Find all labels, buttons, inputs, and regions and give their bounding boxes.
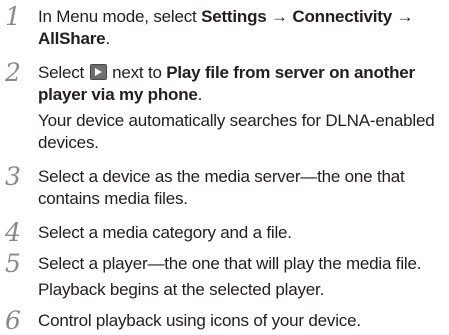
arrow-separator: → [266,7,293,26]
step-note: Your device automatically searches for D… [38,111,435,152]
menu-path-allshare: AllShare [38,29,106,48]
next-arrow-icon [89,64,107,80]
menu-path-settings: Settings [201,7,267,26]
step-text-part: . [105,29,110,48]
step-text-part: next to [107,63,167,82]
step-number: 3 [5,162,21,191]
arrow-separator: → [392,7,414,26]
step-note: Playback begins at the selected player. [38,280,325,299]
step-number: 2 [5,58,21,87]
step-text-part: . [197,85,203,104]
step-number: 4 [5,218,21,247]
step-text: Select next to Play file from server on … [38,62,449,154]
step-text: Control playback using icons of your dev… [38,311,361,330]
step-text: Select a device as the media server—the … [38,167,405,208]
step-main: Select a player—the one that will play t… [38,254,422,273]
menu-path-connectivity: Connectivity [292,7,393,26]
step-text: In Menu mode, select Settings → Connecti… [38,6,449,50]
instruction-steps: 1 In Menu mode, select Settings → Connec… [0,0,449,335]
step-text-part: Select [38,63,89,82]
step-number: 6 [5,306,21,335]
step-text: Select a player—the one that will play t… [38,253,449,301]
step-text: Select a media category and a file. [38,223,292,242]
step-text-part: In Menu mode, select [38,7,202,26]
step-number: 5 [5,249,21,278]
step-number: 1 [5,2,21,31]
